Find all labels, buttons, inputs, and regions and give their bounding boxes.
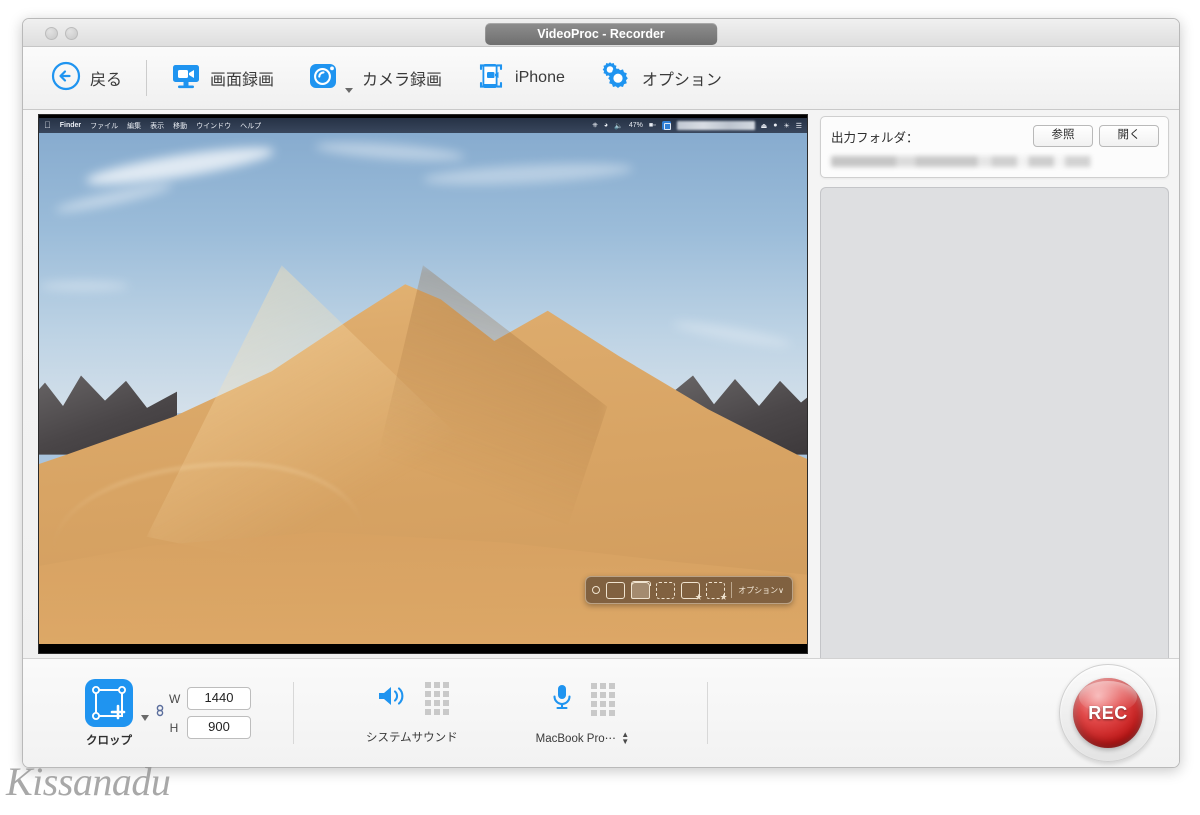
height-key-label: H [169, 720, 179, 735]
microphone-level-meter [591, 682, 616, 716]
wifi-icon[interactable]: ◕ [604, 122, 608, 129]
options-label: オプション [641, 72, 722, 89]
camera-record-label: カメラ録画 [362, 72, 443, 89]
iphone-label: iPhone [515, 69, 565, 86]
bottom-divider-1 [293, 682, 294, 744]
crop-label: クロップ [86, 734, 132, 747]
screenshot-toolbar[interactable]: オプション∨ [585, 576, 793, 604]
width-row: W 1440 [169, 687, 251, 710]
dimension-group: W 1440 H 900 [149, 687, 251, 739]
system-sound-level-meter [424, 681, 449, 715]
battery-icon[interactable]: ■▫ [649, 122, 656, 129]
system-sound-control[interactable]: システムサウンド [366, 681, 458, 745]
output-folder-box: 出力フォルダ： 参照 開く [820, 116, 1169, 178]
screen-record-label: 画面録画 [210, 72, 275, 89]
cloud [39, 281, 129, 292]
capture-selected-portion-icon[interactable] [656, 581, 676, 599]
bottom-divider-2 [707, 682, 709, 744]
bottom-bar: クロップ W 1440 H 900 システムサウンド MacBook Pro⋯ … [23, 658, 1179, 767]
speaker-icon[interactable] [375, 682, 409, 715]
screen-record-button[interactable]: 画面録画 [167, 55, 278, 101]
macos-menu-bar:  Finder ファイル 編集 表示 移動 ウインドウ ヘルプ ⎈ ◕ 🔈 4… [39, 118, 807, 133]
globe-icon[interactable]: ☀ [783, 122, 789, 130]
crop-button[interactable]: クロップ [85, 678, 133, 748]
minimize-window-button[interactable] [65, 27, 78, 40]
menu-item-edit[interactable]: 編集 [127, 121, 141, 131]
record-button-bezel: REC [1059, 664, 1157, 762]
output-path-text [831, 156, 1114, 167]
main-content:  Finder ファイル 編集 表示 移動 ウインドウ ヘルプ ⎈ ◕ 🔈 4… [23, 110, 1179, 658]
record-entire-screen-icon[interactable] [681, 581, 701, 599]
recording-file-list[interactable] [820, 187, 1169, 658]
iphone-button[interactable]: iPhone [472, 55, 569, 101]
menu-item-file[interactable]: ファイル [90, 121, 118, 131]
close-screenshot-icon[interactable] [592, 586, 601, 594]
system-sound-label: システムサウンド [366, 731, 458, 744]
screenshot-options-button[interactable]: オプション∨ [738, 585, 786, 596]
volume-icon[interactable]: 🔈 [614, 122, 623, 130]
app-icon[interactable] [661, 121, 671, 130]
crop-dropdown-caret-icon[interactable] [141, 715, 149, 721]
open-folder-button[interactable]: 開く [1099, 125, 1159, 147]
screen-record-icon [171, 62, 201, 95]
apple-logo-icon[interactable]:  [44, 121, 51, 130]
back-button[interactable]: 戻る [47, 55, 126, 101]
airdrop-icon[interactable]: ⎈ [592, 122, 598, 130]
crop-icon [85, 678, 133, 727]
link-chain-icon[interactable] [154, 703, 166, 724]
battery-percent-label: 47% [628, 122, 643, 129]
app-window: VideoProc - Recorder 戻る 画面録画 カメラ録画 iPhon… [22, 18, 1180, 768]
iphone-icon [476, 61, 506, 96]
preview-screen:  Finder ファイル 編集 表示 移動 ウインドウ ヘルプ ⎈ ◕ 🔈 4… [39, 118, 807, 644]
menu-item-finder[interactable]: Finder [60, 122, 81, 129]
output-folder-label: 出力フォルダ： [831, 130, 919, 145]
width-input[interactable]: 1440 [187, 687, 251, 710]
desktop-wallpaper [39, 118, 807, 644]
menu-item-help[interactable]: ヘルプ [240, 121, 261, 131]
dot-icon[interactable]: ● [773, 122, 777, 129]
menu-item-window[interactable]: ウインドウ [196, 121, 231, 131]
capture-entire-screen-icon[interactable] [606, 581, 626, 599]
back-arrow-icon [51, 61, 81, 96]
height-input[interactable]: 900 [187, 716, 251, 739]
toolbar-divider [146, 60, 148, 96]
record-button[interactable]: REC [1073, 678, 1143, 748]
record-button-label: REC [1088, 702, 1128, 723]
camera-record-button[interactable]: カメラ録画 [304, 55, 446, 101]
watermark: Kissanadu [6, 759, 171, 804]
screen-preview[interactable]:  Finder ファイル 編集 表示 移動 ウインドウ ヘルプ ⎈ ◕ 🔈 4… [38, 114, 808, 654]
back-button-label: 戻る [90, 72, 123, 89]
record-selected-portion-icon[interactable] [706, 581, 726, 599]
close-window-button[interactable] [45, 27, 58, 40]
main-toolbar: 戻る 画面録画 カメラ録画 iPhone オプション [23, 47, 1179, 110]
camera-dropdown-caret-icon[interactable] [345, 88, 354, 93]
camera-record-icon [308, 61, 340, 96]
microphone-label: MacBook Pro⋯ [535, 732, 617, 745]
microphone-control[interactable]: MacBook Pro⋯ ▲ ▼ [536, 682, 629, 745]
menu-item-view[interactable]: 表示 [150, 121, 164, 131]
options-button[interactable]: オプション [595, 55, 726, 101]
output-folder-row: 出力フォルダ： 参照 開く [831, 125, 1159, 147]
display-icon[interactable]: ⏏ [761, 122, 768, 130]
blurred-status-field [676, 121, 755, 130]
microphone-stepper-icon[interactable]: ▲ ▼ [621, 730, 629, 745]
window-title: VideoProc - Recorder [485, 23, 717, 45]
browse-button[interactable]: 参照 [1033, 125, 1093, 147]
screenshot-toolbar-divider [731, 582, 733, 598]
capture-selected-window-icon[interactable] [630, 581, 651, 599]
height-row: H 900 [169, 716, 251, 739]
crop-group: クロップ W 1440 H 900 [23, 678, 251, 748]
title-bar: VideoProc - Recorder [23, 19, 1179, 47]
gear-options-icon [599, 60, 633, 97]
width-key-label: W [169, 691, 181, 706]
microphone-icon[interactable] [549, 682, 575, 717]
right-panel: 出力フォルダ： 参照 開く [808, 110, 1179, 658]
list-icon[interactable]: ☰ [796, 122, 802, 130]
menu-item-go[interactable]: 移動 [173, 121, 187, 131]
